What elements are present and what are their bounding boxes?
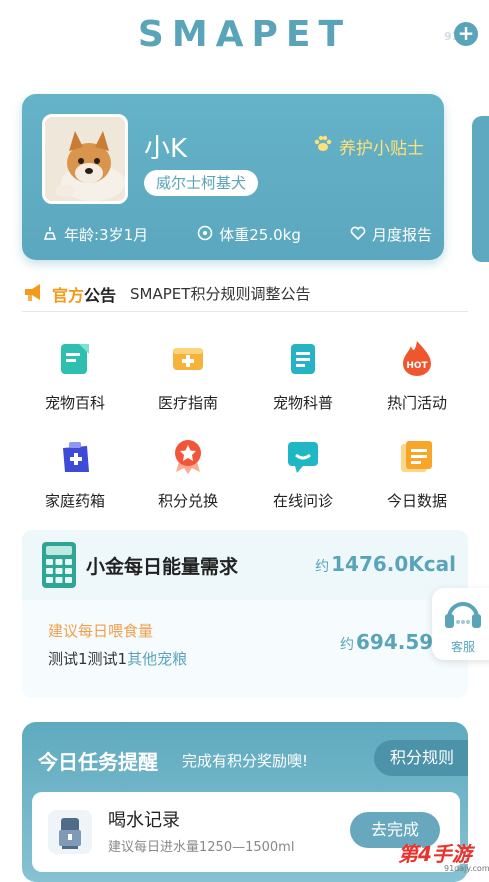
task-item[interactable]: 喝水记录 建议每日进水量1250—1500ml 去完成	[32, 792, 460, 872]
weight-text: 体重25.0kg	[219, 226, 301, 244]
announcement-bar[interactable]: 官方公告 SMAPET积分规则调整公告	[22, 276, 468, 312]
watermark-logo: 第4手游 91dajy.com	[398, 838, 489, 873]
energy-card[interactable]: 小金每日能量需求 约 1476.0Kcal 建议每日喂食量 约 694.59 测试1…	[22, 530, 468, 698]
app-logo: SMAPET	[137, 14, 352, 55]
task-name: 喝水记录	[108, 810, 180, 831]
grid-label: 在线问诊	[272, 492, 333, 510]
care-tips-label: 养护小贴士	[339, 139, 424, 159]
grid-item-consult[interactable]: 在线问诊	[248, 436, 358, 511]
kcal-prefix: 约	[315, 559, 330, 575]
grid-label: 宠物百科	[44, 394, 105, 412]
grid-label: 热门活动	[386, 394, 447, 412]
watermark-sub: 91dajy.com	[444, 864, 489, 873]
svg-text:HOT: HOT	[406, 361, 428, 371]
grid-item-data[interactable]: 今日数据	[362, 436, 472, 511]
monthly-report-link[interactable]: 月度报告	[350, 224, 432, 245]
plus-icon[interactable]: +	[454, 22, 478, 46]
pet-stats: 年龄:3岁1月 体重25.0kg 月度报告	[42, 224, 432, 245]
pet-card[interactable]: 小K 威尔士柯基犬 养护小贴士 年龄:3岁1月 体重25.0kg 月度报告	[22, 94, 444, 260]
hot-icon: HOT	[397, 338, 437, 378]
kcal-value: 1476.0Kcal	[331, 552, 456, 576]
next-pet-card[interactable]	[472, 116, 489, 262]
grid-label: 宠物科普	[272, 394, 333, 412]
age-stat: 年龄:3岁1月	[42, 224, 148, 245]
food-main: 测试1测试1	[48, 650, 128, 668]
announcement-title-b: 公告	[84, 285, 117, 305]
feed-amount: 约 694.59	[340, 630, 433, 654]
customer-service-button[interactable]: 客服	[432, 588, 489, 660]
energy-kcal: 约 1476.0Kcal	[315, 552, 456, 576]
heart-icon	[350, 225, 366, 245]
task-subtitle: 完成有积分奖励噢!	[182, 752, 309, 770]
age-icon	[42, 225, 58, 245]
megaphone-icon	[22, 280, 46, 308]
grid-item-medicine-kit[interactable]: 家庭药箱	[20, 436, 130, 511]
data-icon	[397, 436, 437, 476]
weight-stat: 体重25.0kg	[197, 224, 301, 245]
energy-title: 小金每日能量需求	[86, 556, 239, 578]
medical-guide-icon	[168, 338, 208, 378]
points-icon	[168, 436, 208, 476]
grid-label: 今日数据	[386, 492, 447, 510]
water-dispenser-icon	[48, 810, 92, 854]
points-rules-button[interactable]: 积分规则	[373, 740, 468, 776]
medicine-kit-icon	[55, 436, 95, 476]
task-desc: 建议每日进水量1250—1500ml	[108, 840, 295, 855]
science-icon	[283, 338, 323, 378]
grid-item-medical[interactable]: 医疗指南	[133, 338, 243, 413]
feed-prefix: 约	[340, 637, 354, 653]
headset-icon	[432, 588, 489, 636]
grid-item-encyclopedia[interactable]: 宠物百科	[20, 338, 130, 413]
grid-label: 家庭药箱	[44, 492, 105, 510]
grid-label: 积分兑换	[157, 492, 218, 510]
scale-icon	[197, 225, 213, 245]
service-label: 客服	[450, 640, 475, 654]
care-tips-link[interactable]: 养护小贴士	[313, 134, 424, 159]
chat-icon	[283, 436, 323, 476]
calculator-icon	[42, 542, 76, 588]
watermark-text: 第4手游	[398, 842, 472, 866]
food-list: 测试1测试1其他宠粮	[48, 648, 187, 669]
breed-tag: 威尔士柯基犬	[144, 170, 259, 196]
announcement-text[interactable]: SMAPET积分规则调整公告	[130, 283, 310, 304]
announcement-title-a: 官方	[52, 285, 85, 305]
grid-item-points[interactable]: 积分兑换	[133, 436, 243, 511]
age-text: 年龄:3岁1月	[64, 226, 149, 244]
pet-avatar[interactable]	[42, 114, 128, 204]
other-food-link[interactable]: 其他宠粮	[127, 650, 187, 668]
monthly-report-label: 月度报告	[371, 226, 432, 244]
encyclopedia-icon	[55, 338, 95, 378]
paw-icon	[313, 134, 333, 159]
feed-value: 694.59	[356, 630, 434, 654]
feed-label: 建议每日喂食量	[48, 622, 154, 640]
add-pet-button[interactable]: 91 +	[444, 22, 484, 52]
announcement-title: 官方公告	[52, 282, 116, 306]
task-title: 今日任务提醒	[38, 750, 158, 774]
grid-item-hot[interactable]: HOT 热门活动	[362, 338, 472, 413]
pet-name: 小K	[144, 134, 188, 164]
grid-item-science[interactable]: 宠物科普	[248, 338, 358, 413]
grid-label: 医疗指南	[157, 394, 218, 412]
